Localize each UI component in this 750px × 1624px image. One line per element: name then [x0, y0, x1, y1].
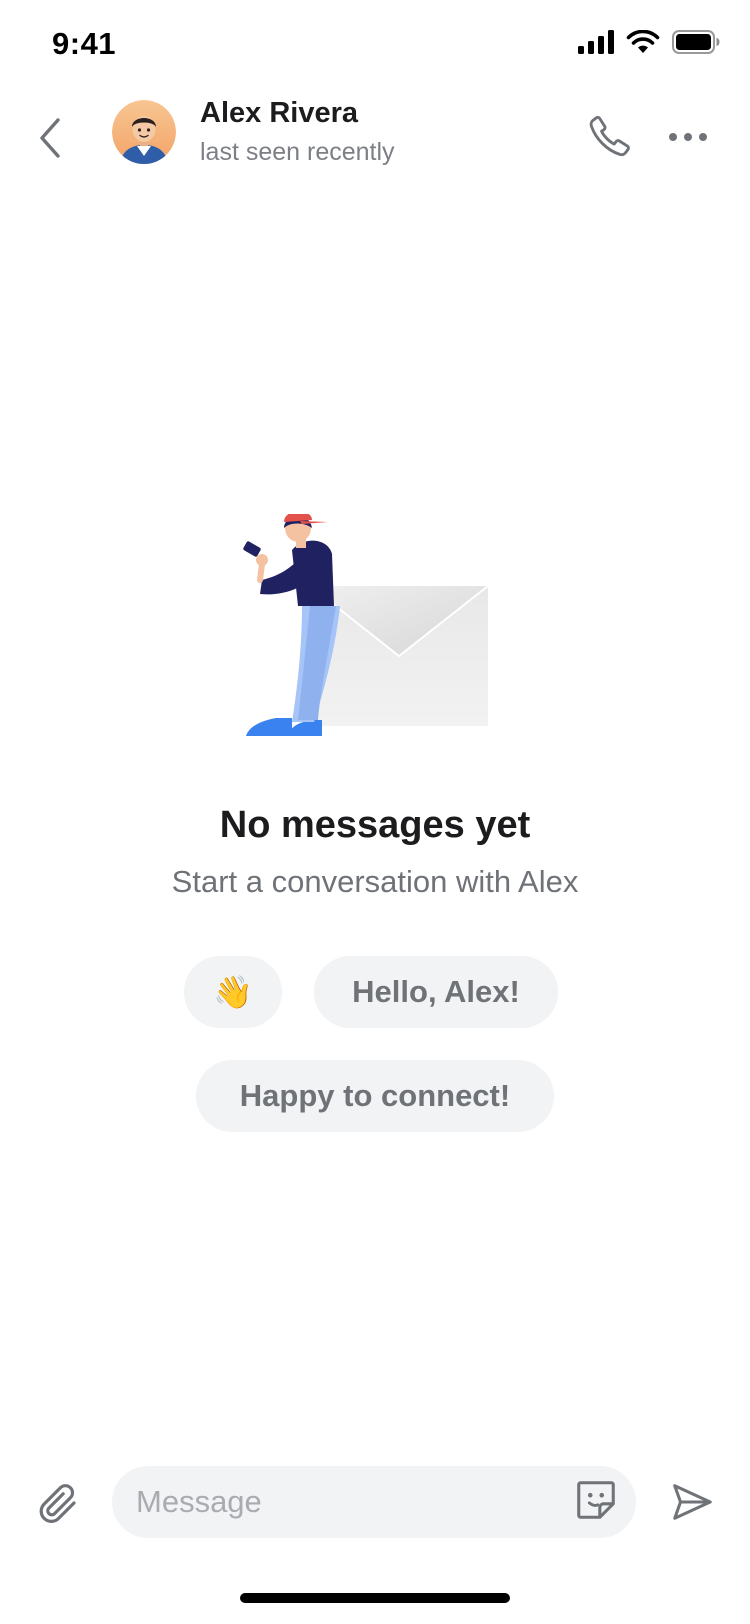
send-button[interactable] [662, 1474, 722, 1534]
back-button[interactable] [22, 110, 78, 170]
status-bar: 9:41 [0, 0, 750, 92]
phone-icon [587, 113, 633, 164]
call-button[interactable] [580, 108, 640, 168]
contact-name[interactable]: Alex Rivera [200, 97, 358, 130]
more-options-button[interactable] [658, 108, 718, 168]
empty-state-illustration [240, 511, 510, 764]
chevron-left-icon [36, 116, 64, 165]
message-box [112, 1466, 636, 1538]
paperclip-icon [34, 1480, 82, 1533]
send-icon [669, 1479, 715, 1530]
attach-button[interactable] [28, 1476, 88, 1536]
message-input[interactable] [136, 1466, 556, 1538]
quick-reply-happy-to-connect[interactable]: Happy to connect! [196, 1060, 554, 1132]
quick-reply-wave[interactable]: 👋 [184, 956, 282, 1028]
quick-reply-hello[interactable]: Hello, Alex! [314, 956, 558, 1028]
empty-state-subtitle: Start a conversation with Alex [171, 864, 579, 899]
contact-status: last seen recently [200, 138, 395, 166]
status-icons [578, 29, 720, 59]
message-composer [0, 1460, 750, 1550]
sticker-icon [573, 1477, 619, 1528]
battery-icon [672, 30, 720, 59]
home-indicator [240, 1593, 510, 1603]
empty-state-title: No messages yet [219, 804, 531, 846]
contact-avatar[interactable] [112, 100, 176, 164]
ellipsis-icon [668, 129, 708, 147]
wifi-icon [626, 29, 660, 59]
status-time: 9:41 [52, 26, 117, 61]
sticker-button[interactable] [570, 1476, 622, 1528]
chat-header: Alex Rivera last seen recently [0, 92, 750, 188]
cellular-signal-icon [578, 30, 614, 59]
chat-screen: 9:41 Alex Rivera last seen recently No m… [0, 0, 750, 1624]
